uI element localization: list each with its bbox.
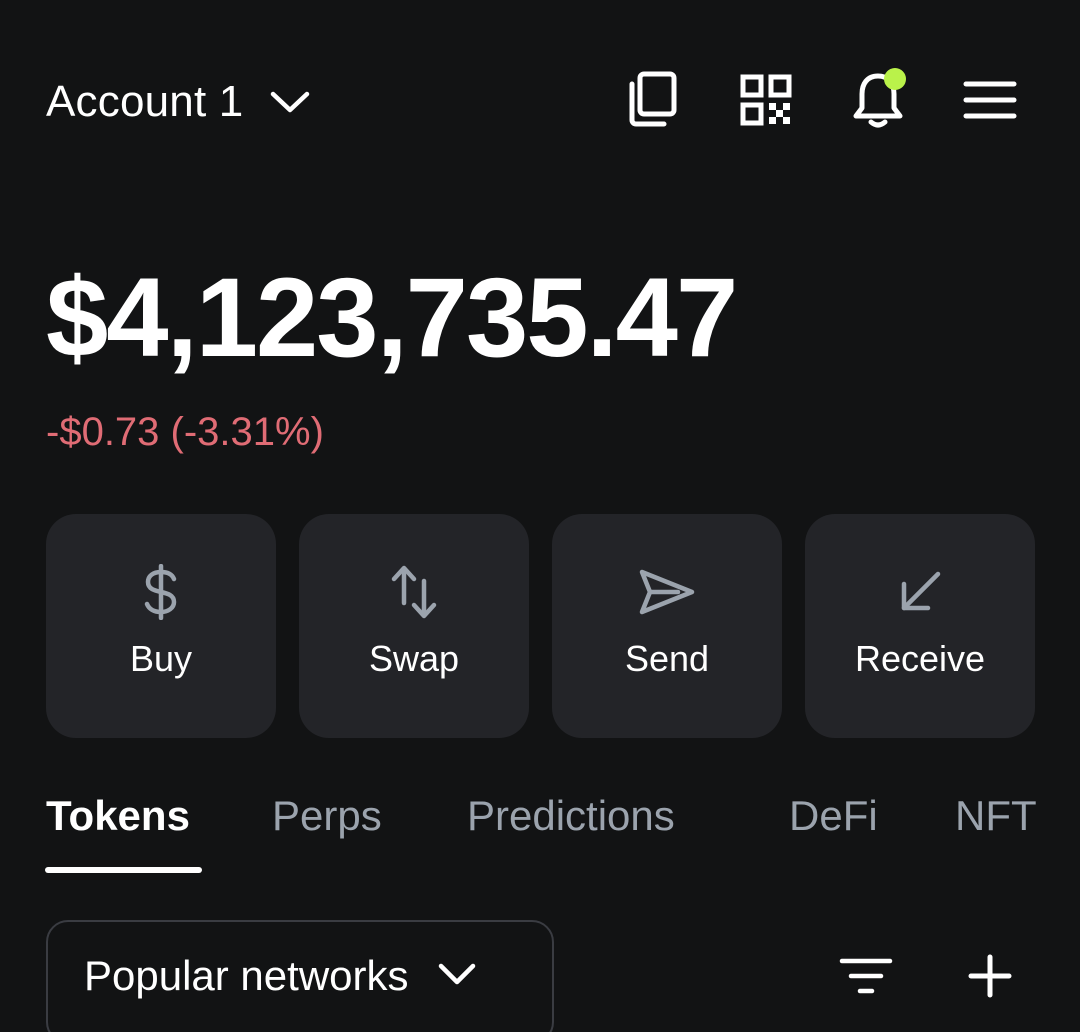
menu-button[interactable] bbox=[960, 70, 1020, 130]
chevron-down-icon bbox=[271, 91, 310, 113]
receive-icon-wrap bbox=[896, 562, 944, 622]
menu-icon bbox=[963, 81, 1017, 119]
receive-button[interactable]: Receive bbox=[805, 514, 1035, 738]
balance-change: -$0.73 (-3.31%) bbox=[46, 410, 324, 454]
network-selector[interactable]: Popular networks bbox=[46, 920, 554, 1032]
add-token-button[interactable] bbox=[960, 948, 1020, 1004]
swap-icon-wrap bbox=[390, 562, 438, 622]
account-selector[interactable]: Account 1 bbox=[46, 74, 311, 130]
tab-defi[interactable]: DeFi bbox=[789, 792, 878, 840]
send-icon-wrap bbox=[638, 562, 696, 622]
chevron-down-icon bbox=[438, 963, 475, 985]
copy-address-button[interactable] bbox=[622, 70, 682, 130]
buy-label: Buy bbox=[129, 638, 193, 679]
send-icon bbox=[639, 569, 695, 615]
receive-arrow-icon bbox=[901, 571, 941, 611]
swap-label: Swap bbox=[368, 638, 460, 679]
network-selector-label: Popular networks bbox=[84, 952, 409, 999]
account-name: Account 1 bbox=[46, 77, 244, 126]
send-label: Send bbox=[624, 638, 710, 679]
filter-button[interactable] bbox=[836, 948, 896, 1004]
buy-icon-wrap bbox=[141, 562, 181, 622]
swap-button[interactable]: Swap bbox=[299, 514, 529, 738]
notification-dot bbox=[884, 68, 906, 90]
wallet-home-screen: Account 1 $4,123,735.47 -$0.73 (-3.31%) … bbox=[0, 0, 1080, 1032]
swap-arrows-icon bbox=[391, 565, 437, 619]
buy-button[interactable]: Buy bbox=[46, 514, 276, 738]
qr-code-button[interactable] bbox=[736, 70, 796, 130]
qr-code-icon bbox=[740, 74, 792, 126]
send-button[interactable]: Send bbox=[552, 514, 782, 738]
tab-nft[interactable]: NFT bbox=[955, 792, 1037, 840]
notifications-button[interactable] bbox=[848, 68, 908, 130]
tab-perps[interactable]: Perps bbox=[272, 792, 382, 840]
filter-icon bbox=[839, 958, 893, 994]
total-balance: $4,123,735.47 bbox=[46, 255, 738, 380]
plus-icon bbox=[968, 954, 1012, 998]
copy-icon bbox=[629, 71, 677, 127]
receive-label: Receive bbox=[854, 638, 986, 679]
dollar-icon bbox=[144, 564, 177, 620]
active-tab-indicator bbox=[45, 867, 202, 873]
tab-tokens[interactable]: Tokens bbox=[46, 792, 190, 840]
tab-predictions[interactable]: Predictions bbox=[467, 792, 675, 840]
